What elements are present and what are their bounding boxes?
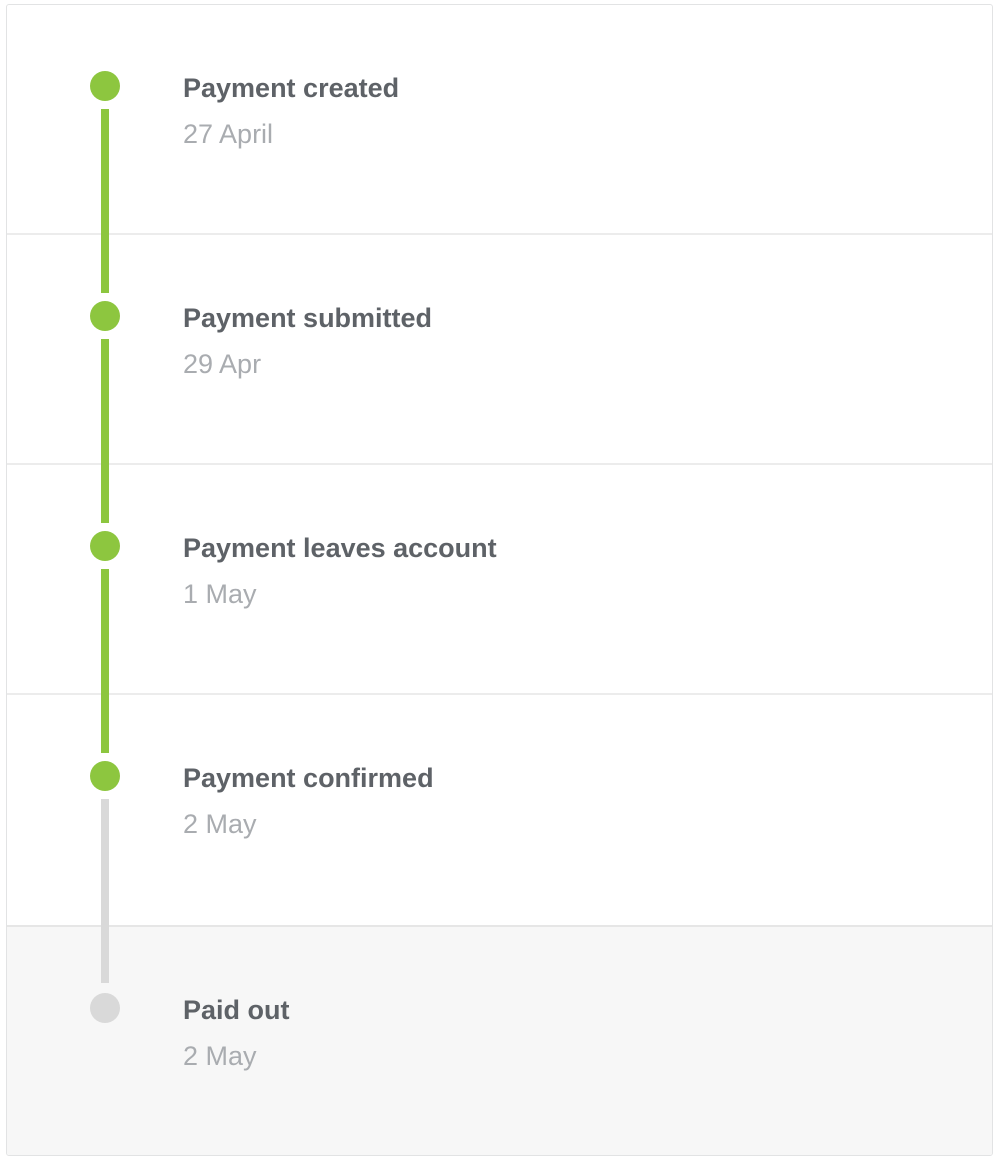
step-complete-dot-icon (90, 761, 120, 791)
step-title: Paid out (183, 995, 290, 1025)
payment-timeline-card: Payment created 27 April Payment submitt… (6, 4, 993, 1156)
step-title: Payment leaves account (183, 533, 497, 563)
timeline-connector-complete (101, 569, 109, 753)
step-date: 2 May (183, 1041, 257, 1071)
timeline-step-payment-submitted: Payment submitted 29 Apr (7, 235, 992, 465)
step-complete-dot-icon (90, 71, 120, 101)
step-title: Payment created (183, 73, 400, 103)
step-title: Payment confirmed (183, 763, 434, 793)
step-date: 27 April (183, 119, 274, 149)
step-complete-dot-icon (90, 301, 120, 331)
step-date: 1 May (183, 579, 257, 609)
timeline-connector-pending (101, 799, 109, 983)
timeline-connector-complete (101, 339, 109, 523)
timeline-step-payment-confirmed: Payment confirmed 2 May (7, 695, 992, 925)
step-date: 29 Apr (183, 349, 262, 379)
step-complete-dot-icon (90, 531, 120, 561)
step-date: 2 May (183, 809, 257, 839)
timeline-step-payment-leaves-account: Payment leaves account 1 May (7, 465, 992, 695)
step-title: Payment submitted (183, 303, 433, 333)
step-pending-dot-icon (90, 993, 120, 1023)
timeline-connector-complete (101, 109, 109, 293)
timeline-step-paid-out: Paid out 2 May (7, 925, 992, 1155)
timeline-step-payment-created: Payment created 27 April (7, 5, 992, 235)
